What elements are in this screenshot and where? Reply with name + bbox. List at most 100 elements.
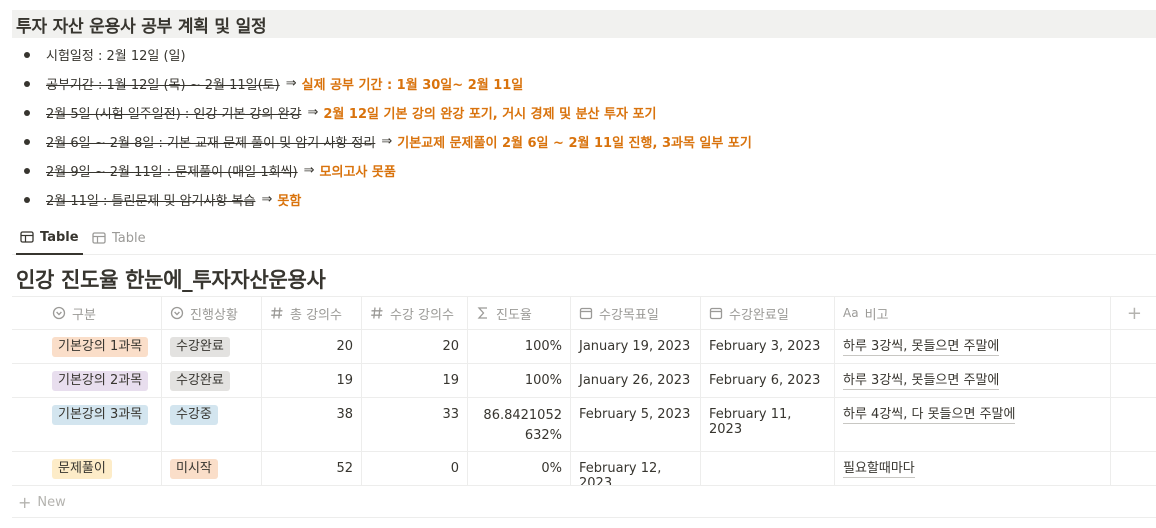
table-icon [20,231,34,243]
column-label: 수강목표일 [599,307,659,323]
table-row[interactable]: 기본강의 1과목 수강완료 20 20 100% January 19, 202… [12,330,1156,364]
cell-progress[interactable]: 86.8421052632% [468,398,571,451]
cell-total[interactable]: 52 [262,452,362,485]
toggle-heading[interactable]: 투자 자산 운용사 공부 계획 및 일정 [12,10,1156,38]
item-strike-text: 공부기간 : 1월 12일 (목) ~ 2월 11일(토) [46,78,280,93]
column-header-taken[interactable]: 수강 강의수 [362,297,468,329]
arrow-icon: ⇒ [307,105,319,120]
cell-target-date[interactable]: February 5, 2023 [571,398,701,451]
category-tag: 기본강의 2과목 [52,371,149,391]
cell-progress[interactable]: 0% [468,452,571,485]
item-text: 시험일정 : 2월 12일 (일) [46,49,186,64]
cell-taken[interactable]: 20 [362,330,468,363]
row-spacer [1111,330,1156,363]
column-header-done-date[interactable]: 수강완료일 [701,297,835,329]
tab-label: Table [112,230,146,246]
column-label: 진행상황 [190,307,238,323]
cell-taken[interactable]: 19 [362,364,468,397]
list-item[interactable]: 시험일정 : 2월 12일 (일) [20,40,752,69]
cell-note[interactable]: 하루 3강씩, 못들으면 주말에 [835,364,1111,397]
cell-total[interactable]: 20 [262,330,362,363]
table-header-row: 구분 진행상황 총 강의수 수강 강의수 진도율 수강목표일 수강완료일 Aa [12,296,1156,330]
column-header-category[interactable]: 구분 [44,297,162,329]
column-header-target-date[interactable]: 수강목표일 [571,297,701,329]
cell-status[interactable]: 수강중 [162,398,262,451]
cell-done-date[interactable]: February 3, 2023 [701,330,835,363]
new-row-button[interactable]: + New [12,488,1156,518]
cell-target-date[interactable]: January 26, 2023 [571,364,701,397]
list-item[interactable]: 2월 6일 ~ 2월 8일 : 기본 교재 문제 풀이 및 암기 사항 정리 ⇒ 기… [20,127,752,156]
row-spacer [1111,452,1156,485]
column-header-total[interactable]: 총 강의수 [262,297,362,329]
row-handle [12,330,44,363]
table-row[interactable]: 문제풀이 미시작 52 0 0% February 12, 2023 필요할때마… [12,452,1156,486]
bullet-icon [24,167,30,174]
column-label: 총 강의수 [290,307,342,323]
arrow-icon: ⇒ [381,134,393,149]
calendar-icon [709,307,723,320]
number-icon [371,307,383,319]
cell-total[interactable]: 38 [262,398,362,451]
note-text: 하루 3강씩, 못들으면 주말에 [843,339,1000,356]
cell-target-date[interactable]: January 19, 2023 [571,330,701,363]
cell-done-date[interactable]: February 6, 2023 [701,364,835,397]
bullet-icon [24,196,30,203]
status-tag: 미시작 [170,459,218,479]
cell-done-date[interactable] [701,452,835,485]
arrow-icon: ⇒ [261,192,273,207]
item-note: 2월 12일 기본 강의 완강 포기, 거시 경제 및 분산 투자 포기 [323,107,657,122]
row-handle-spacer [12,297,44,329]
cell-category[interactable]: 기본강의 1과목 [44,330,162,363]
cell-done-date[interactable]: February 11, 2023 [701,398,835,451]
bullet-icon [24,109,30,116]
row-handle [12,452,44,485]
item-strike-text: 2월 5일 (시험 일주일전) : 인강 기본 강의 완강 [46,107,302,122]
view-tabs: Table Table [12,221,1156,255]
formula-icon [477,307,487,319]
note-text: 하루 4강씩, 다 못들으면 주말에 [843,407,1016,424]
list-item[interactable]: 공부기간 : 1월 12일 (목) ~ 2월 11일(토) ⇒ 실제 공부 기간 :… [20,69,752,98]
select-icon [170,306,184,320]
cell-taken[interactable]: 0 [362,452,468,485]
plan-list: 시험일정 : 2월 12일 (일) 공부기간 : 1월 12일 (목) ~ 2월… [20,40,752,214]
cell-progress[interactable]: 100% [468,330,571,363]
cell-status[interactable]: 수강완료 [162,330,262,363]
cell-note[interactable]: 하루 3강씩, 못들으면 주말에 [835,330,1111,363]
cell-category[interactable]: 기본강의 3과목 [44,398,162,451]
list-item[interactable]: 2월 5일 (시험 일주일전) : 인강 기본 강의 완강 ⇒ 2월 12일 기본 … [20,98,752,127]
arrow-icon: ⇒ [303,163,315,178]
column-label: 수강 강의수 [390,307,454,323]
bullet-icon [24,51,30,58]
category-tag: 기본강의 1과목 [52,337,149,357]
plus-icon: + [18,493,32,512]
tab-label: Table [40,229,79,245]
column-header-progress[interactable]: 진도율 [468,297,571,329]
row-handle [12,398,44,451]
item-note: 기본교제 문제풀이 2월 6일 ~ 2월 11일 진행, 3과목 일부 포기 [397,136,752,151]
cell-progress[interactable]: 100% [468,364,571,397]
cell-status[interactable]: 미시작 [162,452,262,485]
cell-target-date[interactable]: February 12, 2023 [571,452,701,485]
list-item[interactable]: 2월 11일 : 틀린문제 및 암기사항 복습 ⇒ 못함 [20,185,752,214]
database-title[interactable]: 인강 진도율 한눈에_투자자산운용사 [16,264,326,294]
cell-taken[interactable]: 33 [362,398,468,451]
row-handle [12,364,44,397]
cell-total[interactable]: 19 [262,364,362,397]
cell-note[interactable]: 필요할때마다 [835,452,1111,485]
cell-status[interactable]: 수강완료 [162,364,262,397]
table-row[interactable]: 기본강의 3과목 수강중 38 33 86.8421052632% Februa… [12,398,1156,452]
tab-table-active[interactable]: Table [16,221,83,255]
column-header-note[interactable]: Aa 비고 [835,297,1111,329]
cell-category[interactable]: 문제풀이 [44,452,162,485]
new-label: New [37,495,66,510]
item-strike-text: 2월 9일 ~ 2월 11일 : 문제풀이 (매일 1회씩) [46,165,298,180]
table-row[interactable]: 기본강의 2과목 수강완료 19 19 100% January 26, 202… [12,364,1156,398]
tab-table-inactive[interactable]: Table [88,221,150,255]
select-icon [52,306,66,320]
list-item[interactable]: 2월 9일 ~ 2월 11일 : 문제풀이 (매일 1회씩) ⇒ 모의고사 못품 [20,156,752,185]
column-label: 수강완료일 [729,307,789,323]
cell-note[interactable]: 하루 4강씩, 다 못들으면 주말에 [835,398,1111,451]
column-header-status[interactable]: 진행상황 [162,297,262,329]
column-label: 구분 [72,307,96,323]
cell-category[interactable]: 기본강의 2과목 [44,364,162,397]
